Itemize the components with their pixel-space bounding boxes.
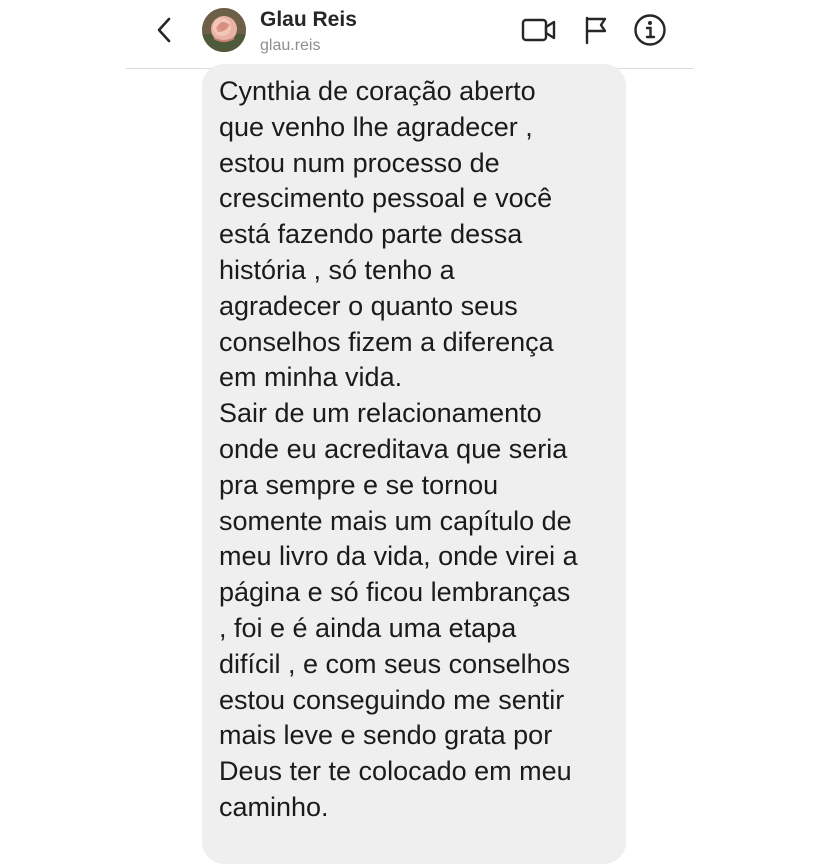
message-line: estou conseguindo me sentir	[219, 684, 565, 715]
message-line: Cynthia de coração aberto	[219, 76, 536, 106]
message-line: caminho.	[219, 791, 329, 822]
message-line: Deus ter te colocado em meu	[219, 756, 572, 787]
info-icon	[634, 14, 666, 46]
message-line: somente mais um capítulo de	[219, 505, 572, 536]
report-button[interactable]	[577, 12, 615, 48]
message-line: difícil , e com seus conselhos	[219, 648, 571, 679]
message-line: conselhos fizem a diferença	[219, 326, 554, 357]
flag-icon	[585, 16, 607, 45]
info-button[interactable]	[631, 12, 669, 48]
message-line: em minha vida.	[219, 362, 403, 393]
rose-avatar-image	[202, 8, 246, 52]
message-line: meu livro da vida, onde virei a	[219, 541, 578, 572]
message-line: história , só tenho a	[219, 254, 455, 285]
back-button[interactable]	[150, 16, 178, 44]
message-line: que venho lhe agradecer ,	[219, 111, 533, 142]
contact-handle: glau.reis	[260, 37, 321, 54]
chevron-left-icon	[157, 17, 171, 43]
message-bubble[interactable]: Cynthia de coração aberto que venho lhe …	[202, 64, 626, 864]
video-call-button[interactable]	[520, 12, 558, 48]
contact-name[interactable]: Glau Reis	[260, 8, 357, 32]
message-line: Sair de um relacionamento	[219, 398, 542, 429]
message-line: agradecer o quanto seus	[219, 290, 518, 321]
message-line: pra sempre e se tornou	[219, 469, 499, 500]
message-line: mais leve e sendo grata por	[219, 720, 553, 751]
chat-header: Glau Reis glau.reis	[126, 0, 694, 69]
message-line: crescimento pessoal e você	[219, 183, 553, 214]
chat-screen: Glau Reis glau.reis Cynthia de coração a…	[126, 0, 694, 864]
message-line: onde eu acreditava que seria	[219, 433, 568, 464]
message-line: , foi e é ainda uma etapa	[219, 612, 517, 643]
message-line: página e só ficou lembranças	[219, 577, 571, 608]
video-camera-icon	[521, 18, 556, 42]
message-line: está fazendo parte dessa	[219, 219, 523, 250]
message-line: estou num processo de	[219, 147, 500, 178]
avatar[interactable]	[202, 8, 246, 52]
